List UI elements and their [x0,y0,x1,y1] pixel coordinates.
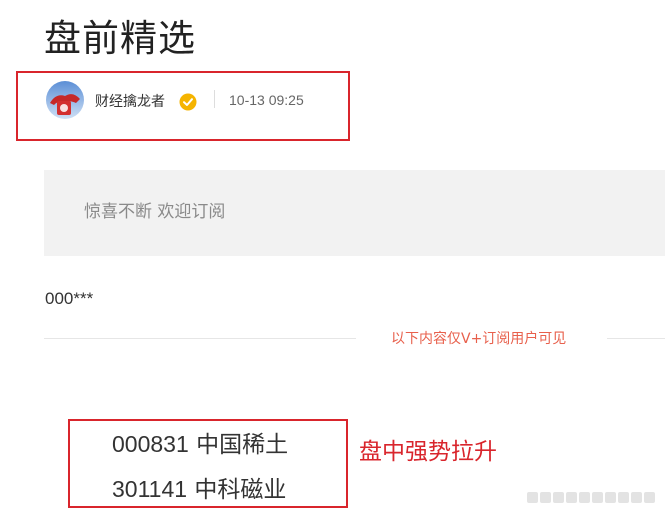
divider-right [607,338,665,339]
stock-row: 000831 中国稀土 [112,429,288,460]
post-time: 10-13 09:25 [229,92,304,108]
meta-divider [214,90,215,108]
stock-row: 301141 中科磁业 [112,474,286,505]
watermark-logo [527,486,662,508]
author-name[interactable]: 财经擒龙者 [95,92,165,112]
article-title: 盘前精选 [44,17,196,60]
stock-code: 000831 [112,431,189,457]
subscriber-only-note: 以下内容仅V+订阅用户可见 [391,331,567,347]
divider-left [44,338,356,339]
stock-name: 中科磁业 [194,477,287,503]
masked-stock-code: 000*** [45,289,94,308]
subscribe-banner-text: 惊喜不断 欢迎订阅 [84,202,226,222]
stock-annotation: 盘中强势拉升 [359,439,497,465]
avatar-image [46,81,84,119]
author-avatar[interactable] [46,81,84,119]
stock-code: 301141 [112,476,188,502]
stock-name: 中国稀土 [196,432,289,458]
verified-badge-icon [179,93,197,111]
